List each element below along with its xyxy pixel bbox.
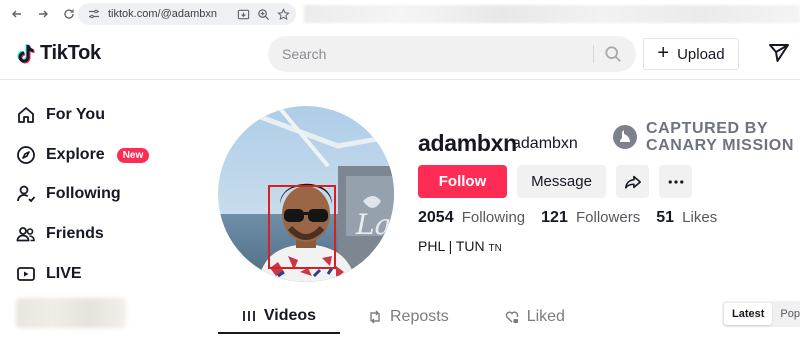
share-icon [624,175,641,189]
sort-popular[interactable]: Pop [772,303,800,325]
svg-text:La: La [355,208,391,241]
followers-label: Followers [576,209,641,226]
user-follow-icon [16,184,36,204]
sidebar: For You Explore New Following Friends LI… [0,80,200,339]
heart-lock-icon [505,311,518,323]
tiktok-note-icon [17,43,35,63]
profile-bio: PHL | TUN TN [418,238,502,254]
tab-reposts[interactable]: Reposts [340,300,477,334]
profile-nickname: adambxn [512,135,578,152]
site-header: TikTok + Upload [0,28,800,80]
friends-icon [16,224,36,244]
compass-icon [16,145,36,165]
redacted-sidebar-content [16,298,126,328]
profile-stats: 2054 Following 121 Followers 51 Likes [418,209,717,227]
sidebar-item-for-you[interactable]: For You [16,102,105,128]
sidebar-item-label: For You [46,106,105,123]
redacted-bookmarks [304,5,800,23]
plus-icon: + [657,42,670,64]
install-app-icon[interactable] [236,7,250,21]
sidebar-item-following[interactable]: Following [16,181,121,207]
send-icon[interactable] [768,42,790,64]
profile-tabs: Videos Reposts Liked [218,300,593,334]
tab-liked[interactable]: Liked [477,300,593,334]
tab-label: Videos [263,307,317,324]
reload-icon[interactable] [60,5,78,23]
more-dots-icon [668,179,683,184]
search-bar [268,36,636,72]
site-info-icon[interactable] [88,8,100,20]
profile-photo: La [218,106,394,282]
back-icon[interactable] [8,5,26,23]
brand-name: TikTok [40,42,101,64]
canary-logo-icon [613,125,637,149]
sidebar-item-label: LIVE [46,265,82,282]
search-input[interactable] [268,46,578,62]
sidebar-item-live[interactable]: LIVE [16,261,82,287]
sidebar-item-label: Friends [46,225,104,242]
canary-text: CAPTURED BY CANARY MISSION [646,120,794,154]
upload-button[interactable]: + Upload [643,38,739,70]
tab-label: Reposts [390,308,449,325]
following-count: 2054 [418,209,454,226]
watermark-line-1: CAPTURED BY [646,120,769,137]
tab-videos[interactable]: Videos [218,300,340,334]
likes-stat: 51 Likes [656,209,717,227]
zoom-icon[interactable] [256,7,270,21]
followers-count: 121 [541,209,568,226]
share-button[interactable] [616,165,649,198]
profile-username: adambxn [418,130,517,156]
sidebar-item-label: Explore [46,146,105,163]
repost-icon [370,310,380,324]
bio-text: PHL | TUN [418,238,485,254]
avatar[interactable]: La [218,106,394,282]
search-divider [593,45,594,63]
tab-label: Liked [526,308,565,325]
live-icon [16,264,36,284]
more-options-button[interactable] [659,165,692,198]
sort-toggle: Latest Pop [722,301,800,327]
browser-toolbar: tiktok.com/@adambxn [0,0,800,28]
sidebar-item-explore[interactable]: Explore New [16,142,150,168]
sort-latest[interactable]: Latest [724,303,773,325]
likes-count: 51 [656,209,674,226]
flag-emoji-text: TN [488,243,502,254]
new-badge: New [116,147,150,163]
following-stat[interactable]: 2054 Following [418,209,525,227]
watermark-line-2: CANARY MISSION [646,137,794,154]
following-label: Following [461,209,526,226]
message-button[interactable]: Message [517,165,606,198]
search-icon[interactable] [602,44,624,64]
tiktok-logo[interactable]: TikTok [14,42,101,65]
bookmark-star-icon[interactable] [276,7,290,21]
grid-icon [243,311,255,321]
follow-button[interactable]: Follow [418,165,507,198]
address-bar[interactable]: tiktok.com/@adambxn [78,3,296,25]
forward-icon[interactable] [34,5,52,23]
sidebar-item-label: Following [46,185,121,202]
upload-label: Upload [677,45,725,63]
sidebar-item-friends[interactable]: Friends [16,221,104,247]
home-icon [16,105,36,125]
url-text: tiktok.com/@adambxn [108,8,217,20]
followers-stat[interactable]: 121 Followers [541,209,640,227]
canary-mission-watermark: CAPTURED BY CANARY MISSION [612,120,794,154]
likes-label: Likes [682,209,718,226]
